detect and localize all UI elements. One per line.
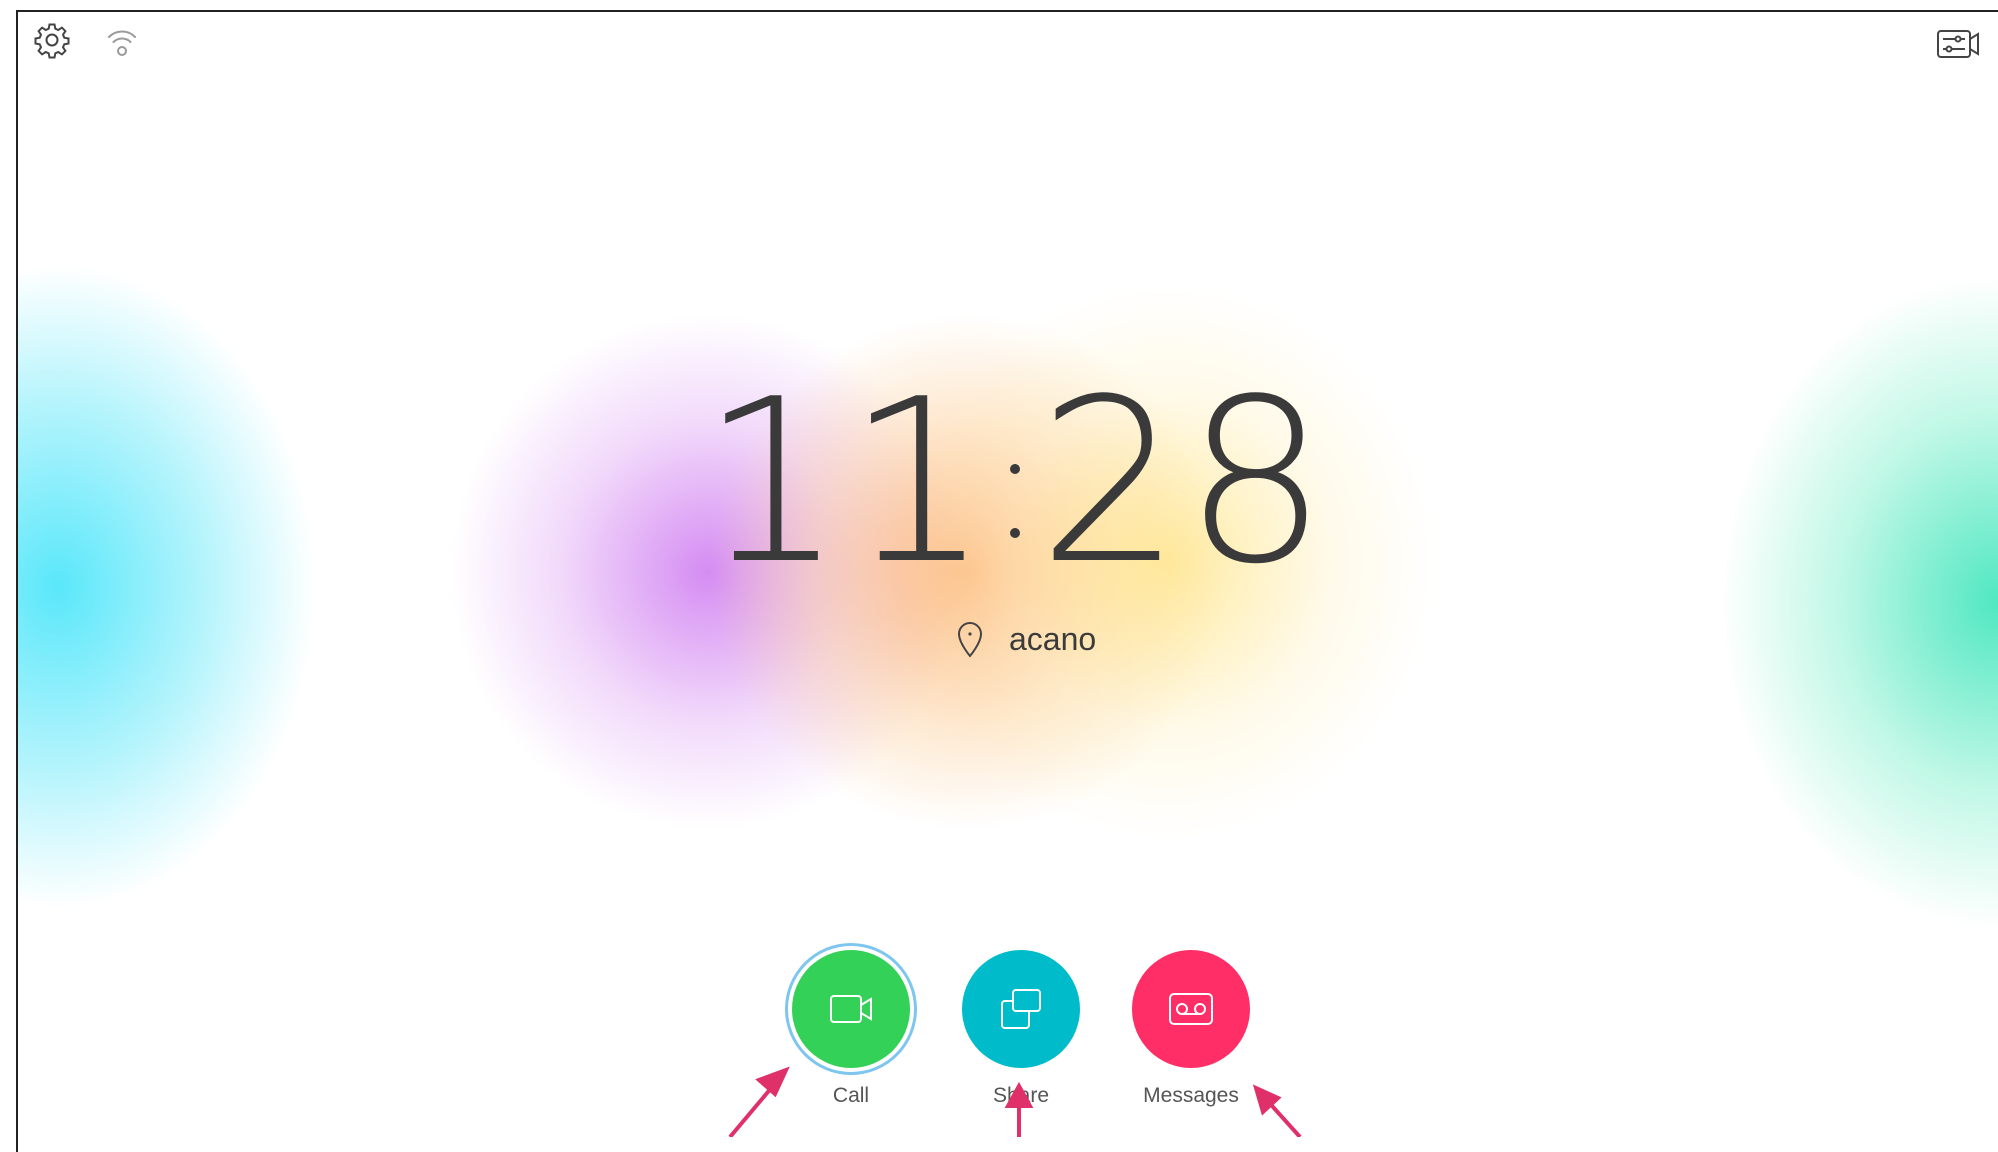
location-info: acano [955, 620, 1096, 658]
location-name: acano [1009, 620, 1097, 657]
gear-icon [34, 23, 70, 59]
call-action[interactable]: Call [766, 950, 936, 1108]
clock-hours: 11 [700, 351, 992, 614]
voicemail-icon [1169, 993, 1213, 1025]
share-action[interactable]: Share [936, 950, 1106, 1108]
call-label: Call [832, 1084, 870, 1107]
control-panel-icon [1937, 30, 1979, 58]
share-label: Share [992, 1084, 1050, 1107]
wifi-status[interactable] [100, 20, 144, 64]
settings-button[interactable] [30, 18, 74, 62]
clock-time: 11 28 [0, 370, 1998, 596]
messages-label: Messages [1143, 1084, 1239, 1107]
wifi-icon [108, 30, 136, 56]
location-pin-icon [957, 622, 983, 658]
clock-minutes: 28 [1038, 351, 1330, 614]
video-camera-icon [830, 995, 872, 1023]
messages-button[interactable] [1132, 950, 1250, 1068]
clock-colon [992, 400, 1038, 560]
control-panel-button[interactable] [1934, 22, 1986, 66]
share-button[interactable] [962, 950, 1080, 1068]
share-screens-icon [1001, 989, 1041, 1029]
messages-action[interactable]: Messages [1106, 950, 1276, 1108]
call-button[interactable] [792, 950, 910, 1068]
